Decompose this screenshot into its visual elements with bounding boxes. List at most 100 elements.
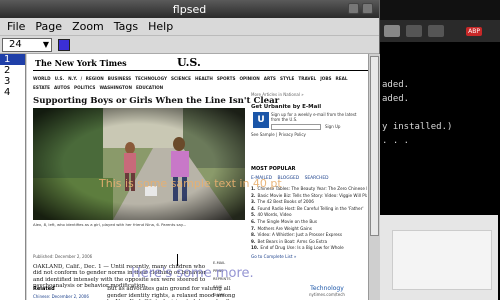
publish-date: Published: December 2, 2006 bbox=[33, 254, 93, 259]
page-list-item[interactable]: 4 bbox=[0, 87, 25, 98]
tab-searched[interactable]: SEARCHED bbox=[305, 176, 329, 181]
list-item-rank: 4. bbox=[251, 205, 256, 211]
email-alert-title: Get Urbanite by E-Mail bbox=[251, 104, 322, 110]
advertisement[interactable]: Technology nytimes.com/tech bbox=[309, 286, 345, 298]
nav-item[interactable]: ARTS bbox=[264, 76, 276, 81]
text-color-button[interactable] bbox=[58, 38, 70, 51]
most-popular-title: MOST POPULAR bbox=[251, 166, 296, 172]
list-item[interactable]: 8. Video: A Whistler: Just a Prosser Expr… bbox=[251, 232, 367, 239]
list-item[interactable]: 4. Found Radio Host: Be Careful Telling i… bbox=[251, 206, 367, 213]
most-popular-list: 1. Chinese Tables: The Beauty Year: The Z… bbox=[251, 186, 367, 252]
page-list-item[interactable]: 3 bbox=[0, 76, 25, 87]
nav-item[interactable]: TECHNOLOGY bbox=[135, 76, 167, 81]
list-item-text: Video: A Whistler: Just a Prosser Expres… bbox=[257, 232, 343, 238]
terminal-tab[interactable] bbox=[384, 25, 400, 37]
menu-tags[interactable]: Tags bbox=[109, 20, 143, 33]
list-item-text: Basic Movie Biz: Tells the Story: Video:… bbox=[257, 192, 367, 198]
nav-item[interactable]: POLITICS bbox=[74, 85, 95, 90]
minimize-button[interactable] bbox=[348, 3, 359, 14]
background-dialog bbox=[392, 230, 492, 290]
list-item-text: Mothers Are Weight Gains bbox=[257, 225, 312, 231]
nav-item[interactable]: BUSINESS bbox=[108, 76, 131, 81]
list-item[interactable]: 3. The 42 Best Books of 2006 bbox=[251, 199, 367, 206]
list-item-rank: 9. bbox=[251, 238, 256, 244]
menu-zoom[interactable]: Zoom bbox=[67, 20, 109, 33]
nav-item[interactable]: HEALTH bbox=[195, 76, 213, 81]
list-item-text: Bet Bears in Boat: Arms Go Extra bbox=[257, 238, 328, 244]
complete-list-link[interactable]: Go to Complete List » bbox=[251, 254, 296, 259]
flpsed-window: flpsed File Page Zoom Tags Help 24 ▼ 1 2 bbox=[0, 0, 380, 300]
page-list-item[interactable]: 1 bbox=[0, 54, 25, 65]
nav-item[interactable]: SCIENCE bbox=[171, 76, 191, 81]
more-articles-link[interactable]: More Articles in National » bbox=[251, 92, 304, 97]
list-item-rank: 10. bbox=[251, 245, 259, 251]
window-title: flpsed bbox=[172, 2, 207, 16]
text-tag[interactable]: Here's some more. bbox=[131, 266, 254, 281]
nav-item[interactable]: TRAVEL bbox=[298, 76, 316, 81]
terminal-tab[interactable] bbox=[406, 25, 422, 37]
article-body: But as advocates gain ground for valuing… bbox=[107, 286, 236, 300]
vertical-scrollbar[interactable] bbox=[368, 54, 380, 300]
nav-item[interactable]: WORLD bbox=[33, 76, 51, 81]
page-list-item[interactable]: 2 bbox=[0, 65, 25, 76]
terminal-line: y installed.) bbox=[382, 122, 453, 132]
text-tag[interactable]: This is some sample text in 40 pt bbox=[99, 177, 282, 190]
nav-item[interactable]: AUTOS bbox=[54, 85, 70, 90]
nav-item[interactable]: U.S. bbox=[55, 76, 65, 81]
nav-item[interactable]: N.Y. / REGION bbox=[68, 76, 104, 81]
chevron-down-icon[interactable]: ▼ bbox=[43, 40, 49, 49]
terminal-output: aded. aded. y installed.) . . . bbox=[382, 78, 452, 148]
list-item-text: The Single Movie on the Bus bbox=[257, 218, 318, 224]
window-controls bbox=[348, 3, 373, 14]
list-item[interactable]: 5. 40 Words, Video bbox=[251, 212, 367, 219]
list-item-rank: 8. bbox=[251, 232, 256, 238]
list-item[interactable]: 9. Bet Bears in Boat: Arms Go Extra bbox=[251, 239, 367, 246]
list-item-rank: 7. bbox=[251, 225, 256, 231]
sample-privacy-links[interactable]: See Sample | Privacy Policy bbox=[251, 132, 306, 137]
related-label: Related bbox=[33, 286, 55, 292]
list-item-rank: 3. bbox=[251, 199, 256, 205]
maximize-button[interactable] bbox=[362, 3, 373, 14]
menu-file[interactable]: File bbox=[2, 20, 30, 33]
article-photo bbox=[33, 108, 245, 220]
menu-bar: File Page Zoom Tags Help bbox=[0, 18, 379, 36]
toolbar: 24 ▼ bbox=[0, 36, 379, 54]
menu-help[interactable]: Help bbox=[143, 20, 178, 33]
nav-item[interactable]: OPINION bbox=[239, 76, 259, 81]
email-field[interactable] bbox=[271, 124, 321, 130]
nav-item[interactable]: JOBS bbox=[320, 76, 331, 81]
terminal-tabbar: ABP bbox=[372, 20, 500, 42]
list-item-rank: 5. bbox=[251, 212, 256, 218]
nav-item[interactable]: SPORTS bbox=[217, 76, 236, 81]
terminal-line: aded. bbox=[382, 80, 410, 90]
workspace: 1 2 3 4 The New York Times U.S. WORLD U.S… bbox=[0, 54, 380, 300]
signup-button[interactable]: Sign Up bbox=[325, 124, 340, 129]
list-item[interactable]: 6. The Single Movie on the Bus bbox=[251, 219, 367, 226]
article-headline: Supporting Boys or Girls When the Line I… bbox=[33, 96, 280, 106]
adblock-badge[interactable]: ABP bbox=[466, 26, 482, 36]
list-item-text: Found Radio Host: Be Careful Telling in … bbox=[257, 205, 364, 211]
title-bar[interactable]: flpsed bbox=[0, 0, 379, 18]
nav-item[interactable]: WASHINGTON bbox=[99, 85, 132, 90]
nav-item[interactable]: EDUCATION bbox=[136, 85, 163, 90]
list-item-text: End of Drug Use: Is a Big Low for Whole bbox=[260, 245, 344, 251]
list-item[interactable]: 10. End of Drug Use: Is a Big Low for Who… bbox=[251, 245, 367, 252]
photo-caption: Alex, 8, left, who identifies as a girl,… bbox=[33, 222, 187, 227]
nav-item[interactable]: STYLE bbox=[280, 76, 294, 81]
section-nav: WORLD U.S. N.Y. / REGION BUSINESS TECHNOLOGY… bbox=[33, 74, 368, 92]
related-link[interactable]: Chinese: December 2, 2006 bbox=[33, 294, 89, 299]
related-section: Related Chinese: December 2, 2006 bbox=[33, 286, 89, 299]
font-size-select[interactable]: 24 ▼ bbox=[2, 37, 52, 52]
ad-subtitle: nytimes.com/tech bbox=[309, 292, 345, 297]
document-canvas[interactable]: The New York Times U.S. WORLD U.S. N.Y. / … bbox=[27, 54, 368, 300]
list-item[interactable]: 2. Basic Movie Biz: Tells the Story: Vide… bbox=[251, 193, 367, 200]
screen: ABP aded. aded. y installed.) . . . flps… bbox=[0, 0, 500, 300]
menu-page[interactable]: Page bbox=[30, 20, 67, 33]
scrollbar-thumb[interactable] bbox=[370, 56, 379, 236]
list-item[interactable]: 7. Mothers Are Weight Gains bbox=[251, 226, 367, 233]
terminal-line: . . . bbox=[382, 136, 410, 146]
urbanite-logo-icon: U bbox=[253, 112, 269, 128]
terminal-line: aded. bbox=[382, 94, 410, 104]
terminal-tab[interactable] bbox=[428, 25, 444, 37]
